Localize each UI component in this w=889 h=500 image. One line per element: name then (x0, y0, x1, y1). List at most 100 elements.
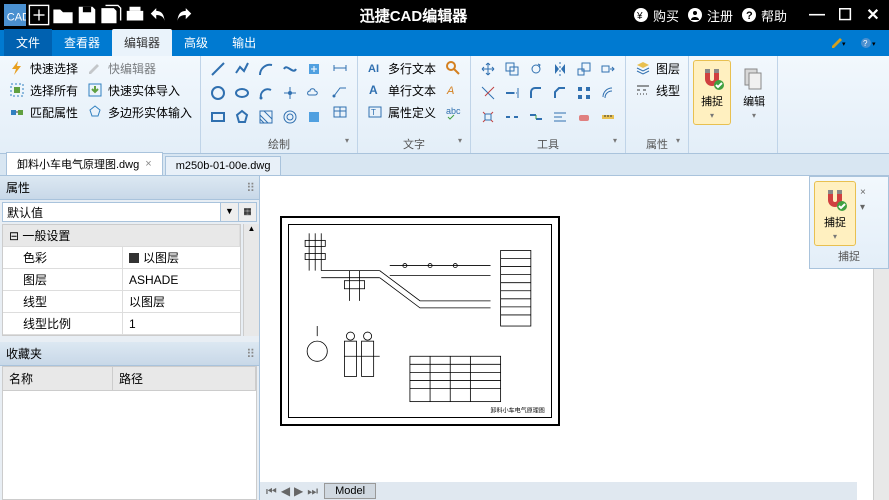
torus-tool[interactable] (279, 106, 301, 128)
menu-file[interactable]: 文件 (4, 29, 52, 56)
text-find[interactable] (442, 58, 464, 78)
help-link[interactable]: ?帮助 (741, 6, 787, 25)
draw-extra3[interactable] (329, 102, 351, 122)
redo-icon[interactable] (172, 4, 194, 26)
drawing-canvas[interactable]: 卸料小车电气原理图 ⏮ ◀ ▶ ⏭ Model (260, 176, 889, 500)
polygon-input[interactable]: 多边形实体输入 (84, 102, 194, 122)
arc-tool[interactable] (255, 58, 277, 80)
group-label-draw[interactable]: 绘制 (207, 135, 351, 153)
float-close-icon[interactable]: × (860, 187, 876, 198)
new-icon[interactable] (28, 4, 50, 26)
fav-panel-title[interactable]: 收藏夹⠿ (0, 342, 259, 366)
prop-scale[interactable]: 线型比例1 (3, 313, 240, 335)
props-general-header[interactable]: ⊟ 一般设置 (3, 225, 240, 247)
tab-prev-icon[interactable]: ◀ (279, 484, 292, 498)
minimize-button[interactable]: — (805, 4, 829, 26)
mirror-tool[interactable] (549, 58, 571, 80)
pen-dropdown-icon[interactable]: ▾ (827, 33, 851, 53)
mtext[interactable]: AI多行文本 (364, 58, 438, 78)
print-icon[interactable] (124, 4, 146, 26)
register-link[interactable]: 注册 (687, 6, 733, 25)
line-tool[interactable] (207, 58, 229, 80)
array-tool[interactable] (573, 82, 595, 104)
offset-tool[interactable] (597, 82, 619, 104)
tab-first-icon[interactable]: ⏮ (264, 484, 279, 499)
text-spell[interactable]: abc (442, 102, 464, 122)
select-all[interactable]: 选择所有 (6, 80, 80, 100)
polyline-tool[interactable] (231, 58, 253, 80)
draw-extra2[interactable] (329, 80, 351, 100)
float-snap-button[interactable]: 捕捉 ▾ (814, 181, 856, 246)
scale-tool[interactable] (573, 58, 595, 80)
menu-output[interactable]: 输出 (220, 29, 268, 56)
quick-editor[interactable]: 快编辑器 (84, 58, 194, 78)
undo-icon[interactable] (148, 4, 170, 26)
fav-col-path[interactable]: 路径 (113, 367, 256, 390)
combo-dropdown-icon[interactable]: ▼ (221, 202, 239, 222)
menu-editor[interactable]: 编辑器 (112, 29, 172, 56)
close-button[interactable]: ✕ (861, 4, 885, 26)
trim-tool[interactable] (477, 82, 499, 104)
extend-tool[interactable] (501, 82, 523, 104)
dtext[interactable]: A单行文本 (364, 80, 438, 100)
edit-button[interactable]: 编辑 ▾ (735, 60, 773, 125)
spline-tool[interactable] (279, 58, 301, 80)
move-tool[interactable] (477, 58, 499, 80)
rect-tool[interactable] (207, 106, 229, 128)
model-tab[interactable]: Model (324, 483, 376, 499)
stretch-tool[interactable] (597, 58, 619, 80)
point-tool[interactable] (279, 82, 301, 104)
join-tool[interactable] (525, 106, 547, 128)
combo-button-icon[interactable]: ▦ (239, 202, 257, 222)
save-icon[interactable] (76, 4, 98, 26)
prop-color[interactable]: 色彩以图层 (3, 247, 240, 269)
chamfer-tool[interactable] (549, 82, 571, 104)
maximize-button[interactable]: ☐ (833, 4, 857, 26)
snap-button[interactable]: 捕捉 ▾ (693, 60, 731, 125)
props-default-input[interactable] (2, 202, 221, 222)
attdef[interactable]: T属性定义 (364, 102, 438, 122)
prop-linetype[interactable]: 线型以图层 (3, 291, 240, 313)
close-tab-icon[interactable]: × (145, 158, 151, 170)
menu-advanced[interactable]: 高级 (172, 29, 220, 56)
group-label-props[interactable]: 属性 (632, 135, 682, 153)
doctab-1[interactable]: 卸料小车电气原理图.dwg× (6, 152, 163, 175)
explode-tool[interactable] (477, 106, 499, 128)
buy-link[interactable]: ¥购买 (633, 6, 679, 25)
align-tool[interactable] (549, 106, 571, 128)
draw-extra1[interactable] (329, 58, 351, 78)
menu-viewer[interactable]: 查看器 (52, 29, 112, 56)
help-dropdown-icon[interactable]: ?▾ (857, 33, 881, 53)
open-icon[interactable] (52, 4, 74, 26)
props-scrollbar[interactable]: ▲ (243, 224, 259, 336)
arc2-tool[interactable] (255, 82, 277, 104)
grip-icon[interactable]: ⠿ (246, 181, 253, 195)
prop-layer[interactable]: 图层ASHADE (3, 269, 240, 291)
copy-tool[interactable] (501, 58, 523, 80)
linetype-button[interactable]: 线型 (632, 80, 682, 100)
polygon2-tool[interactable] (231, 106, 253, 128)
doctab-2[interactable]: m250b-01-00e.dwg (165, 156, 282, 175)
grip-icon[interactable]: ⠿ (246, 347, 253, 361)
props-default-combo[interactable]: ▼ ▦ (2, 202, 257, 222)
insert-tool[interactable] (303, 58, 325, 80)
circle-tool[interactable] (207, 82, 229, 104)
group-label-tools[interactable]: 工具 (477, 135, 619, 153)
float-pin-icon[interactable]: ▾ (860, 202, 876, 213)
props-panel-title[interactable]: 属性⠿ (0, 176, 259, 200)
text-style[interactable]: A (442, 80, 464, 100)
quick-select[interactable]: 快速选择 (6, 58, 80, 78)
saveall-icon[interactable] (100, 4, 122, 26)
break-tool[interactable] (501, 106, 523, 128)
cloud-tool[interactable] (303, 82, 325, 104)
fillet-tool[interactable] (525, 82, 547, 104)
entity-import[interactable]: 快速实体导入 (84, 80, 194, 100)
measure-tool[interactable] (597, 106, 619, 128)
group-label-text[interactable]: 文字 (364, 135, 464, 153)
ellipse-tool[interactable] (231, 82, 253, 104)
hatch-tool[interactable] (255, 106, 277, 128)
match-props[interactable]: 匹配属性 (6, 102, 80, 122)
rotate-tool[interactable] (525, 58, 547, 80)
layer-button[interactable]: 图层 (632, 58, 682, 78)
erase-tool[interactable] (573, 106, 595, 128)
